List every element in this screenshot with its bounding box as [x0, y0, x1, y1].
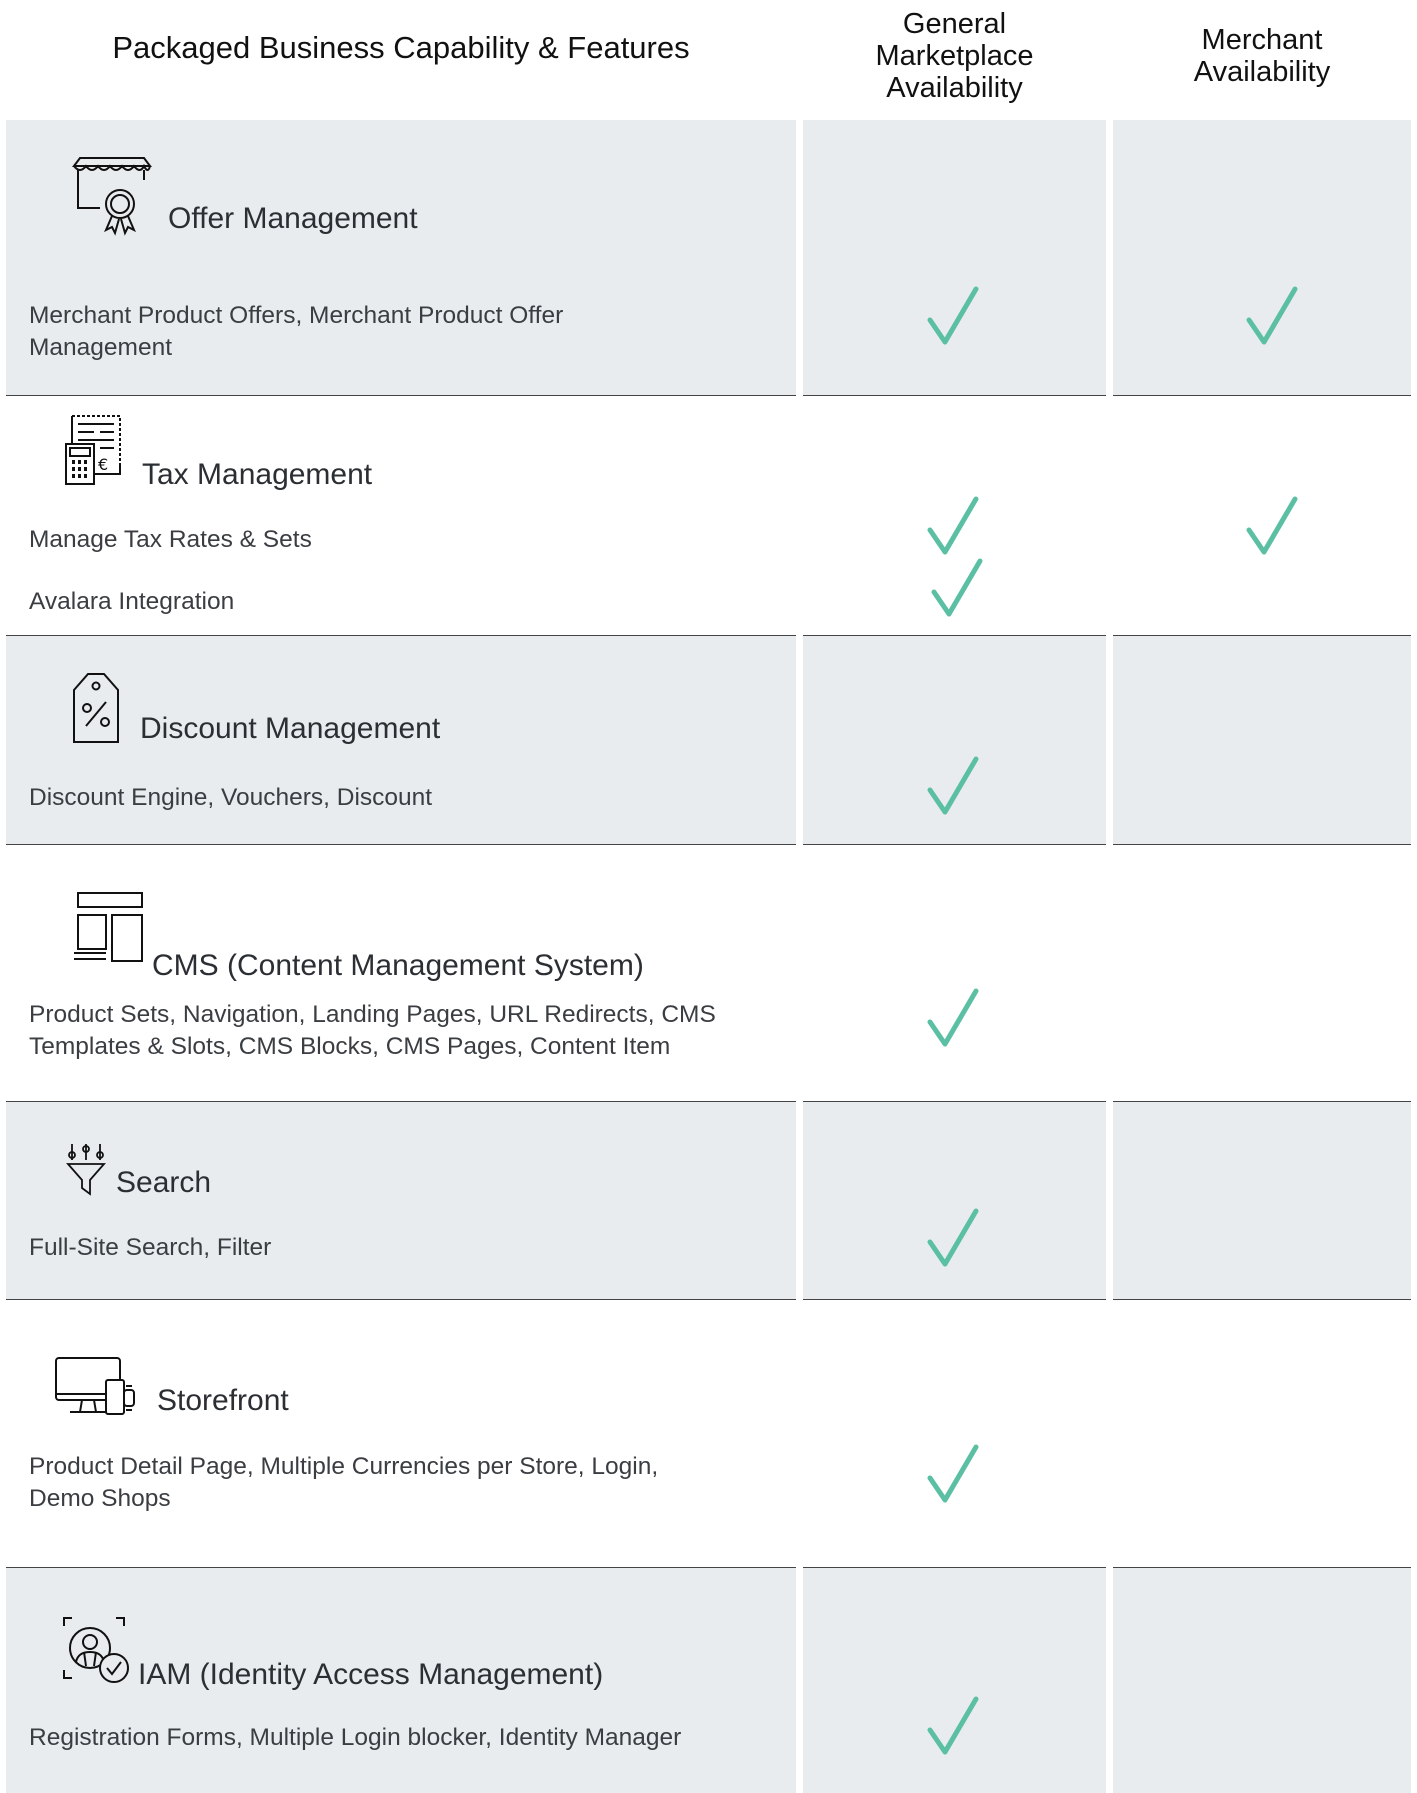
marketplace-cell	[803, 1300, 1106, 1568]
feature-text: Merchant Product Offers, Merchant Produc…	[29, 302, 564, 361]
feature-text: Product Sets, Navigation, Landing Pages,…	[29, 1001, 716, 1060]
capability-cell: CMS (Content Management System) Product …	[6, 845, 796, 1102]
table-header: Packaged Business Capability & Features …	[0, 0, 1417, 120]
marketplace-cell	[803, 1568, 1106, 1793]
svg-text:€: €	[98, 455, 108, 474]
feature-text: Registration Forms, Multiple Login block…	[29, 1724, 682, 1751]
header-marketplace-line: Marketplace	[875, 40, 1034, 72]
merchant-cell	[1113, 120, 1411, 396]
discount-tag-icon	[72, 672, 120, 744]
capability-cell: IAM (Identity Access Management) Registr…	[6, 1568, 796, 1793]
feature-text: Full-Site Search, Filter	[29, 1234, 272, 1261]
check-icon	[1246, 286, 1298, 346]
feature-text: Discount Engine, Vouchers, Discount	[29, 784, 433, 811]
feature-text: Manage Tax Rates & Sets	[29, 526, 312, 553]
check-icon	[931, 558, 983, 618]
check-icon	[927, 286, 979, 346]
marketplace-cell	[803, 845, 1106, 1102]
devices-icon	[52, 1356, 148, 1420]
table-row: Search Full-Site Search, Filter	[0, 1102, 1417, 1300]
tax-calculator-icon: €	[64, 414, 126, 486]
table-row: Storefront Product Detail Page, Multiple…	[0, 1300, 1417, 1568]
merchant-cell	[1113, 1102, 1411, 1300]
feature-text: Avalara Integration	[29, 588, 235, 615]
feature-text: Product Detail Page, Multiple Currencies…	[29, 1453, 659, 1512]
merchant-cell	[1113, 396, 1411, 636]
header-merchant-line: Merchant	[1201, 24, 1323, 56]
capability-title: Search	[116, 1166, 212, 1199]
identity-check-icon	[62, 1616, 138, 1688]
check-icon	[927, 756, 979, 816]
check-icon	[1246, 496, 1298, 556]
layout-icon	[72, 891, 144, 963]
capability-cell: Discount Management Discount Engine, Vou…	[6, 636, 796, 845]
table-row: IAM (Identity Access Management) Registr…	[0, 1568, 1417, 1793]
table-row: CMS (Content Management System) Product …	[0, 845, 1417, 1102]
table-row: Discount Management Discount Engine, Vou…	[0, 636, 1417, 845]
header-marketplace-line: Availability	[886, 72, 1023, 104]
header-merchant-availability: Merchant Availability	[1113, 24, 1411, 88]
table-row: Offer Management Merchant Product Offers…	[0, 120, 1417, 396]
marketplace-cell	[803, 396, 1106, 636]
marketplace-cell	[803, 636, 1106, 845]
check-icon	[927, 1208, 979, 1268]
marketplace-cell	[803, 1102, 1106, 1300]
filter-funnel-icon	[66, 1142, 106, 1196]
capability-title: CMS (Content Management System)	[152, 949, 644, 982]
capability-cell: Storefront Product Detail Page, Multiple…	[6, 1300, 796, 1568]
merchant-cell	[1113, 845, 1411, 1102]
capability-title: Offer Management	[168, 202, 418, 235]
capability-title: Storefront	[157, 1384, 289, 1417]
check-icon	[927, 496, 979, 556]
capability-title: IAM (Identity Access Management)	[138, 1658, 604, 1691]
table-row: € Tax Management Manage Tax Rates & Sets…	[0, 396, 1417, 636]
storefront-badge-icon	[72, 156, 162, 238]
header-marketplace-availability: General Marketplace Availability	[803, 8, 1106, 104]
merchant-cell	[1113, 636, 1411, 845]
merchant-cell	[1113, 1568, 1411, 1793]
capability-title: Discount Management	[140, 712, 441, 745]
capability-cell: € Tax Management Manage Tax Rates & Sets…	[6, 396, 796, 636]
marketplace-cell	[803, 120, 1106, 396]
header-merchant-line: Availability	[1193, 56, 1331, 88]
check-icon	[927, 988, 979, 1048]
header-marketplace-line: General	[902, 8, 1007, 40]
capability-title: Tax Management	[142, 458, 373, 491]
check-icon	[927, 1696, 979, 1756]
header-capability: Packaged Business Capability & Features	[112, 30, 690, 65]
capability-cell: Search Full-Site Search, Filter	[6, 1102, 796, 1300]
merchant-cell	[1113, 1300, 1411, 1568]
check-icon	[927, 1444, 979, 1504]
capability-cell: Offer Management Merchant Product Offers…	[6, 120, 796, 396]
